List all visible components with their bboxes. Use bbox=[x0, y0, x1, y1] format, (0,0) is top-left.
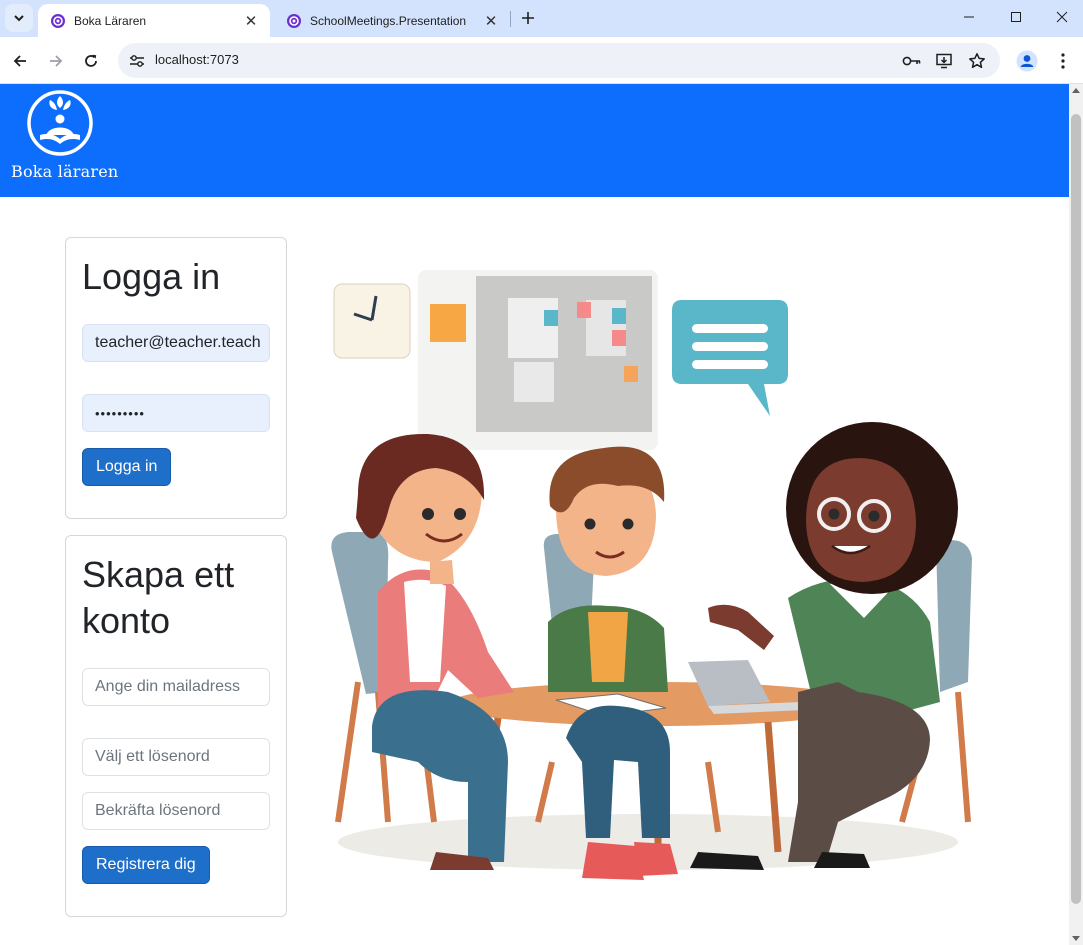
favicon-icon bbox=[51, 13, 65, 28]
bookmark-button[interactable] bbox=[965, 49, 989, 73]
profile-button[interactable] bbox=[1013, 47, 1041, 75]
reload-button[interactable] bbox=[76, 46, 106, 76]
brand-name: Boka läraren bbox=[11, 162, 119, 181]
close-window-button[interactable] bbox=[1039, 0, 1083, 34]
tab-search-button[interactable] bbox=[5, 4, 33, 32]
forward-button[interactable] bbox=[41, 46, 71, 76]
back-button[interactable] bbox=[5, 46, 35, 76]
minimize-icon bbox=[964, 16, 974, 18]
key-icon bbox=[902, 56, 921, 66]
install-app-button[interactable] bbox=[933, 49, 957, 73]
parent-teacher-meeting-illustration bbox=[331, 270, 972, 880]
url-text: localhost:7073 bbox=[155, 52, 239, 67]
tab-schoolmeetings[interactable]: SchoolMeetings.Presentation ✕ bbox=[274, 4, 510, 37]
new-tab-button[interactable] bbox=[516, 6, 540, 30]
browser-menu-button[interactable] bbox=[1052, 47, 1074, 75]
address-bar[interactable]: localhost:7073 bbox=[118, 43, 1000, 78]
chevron-down-icon bbox=[14, 15, 24, 22]
arrow-right-icon bbox=[50, 55, 63, 67]
password-manager-button[interactable] bbox=[900, 49, 924, 73]
page-scrollbar[interactable] bbox=[1069, 84, 1083, 945]
scroll-up-icon[interactable] bbox=[1072, 88, 1080, 93]
browser-toolbar: localhost:7073 bbox=[0, 37, 1083, 84]
tab-title: Boka Läraren bbox=[74, 13, 147, 28]
login-email-input[interactable]: teacher@teacher.teach bbox=[82, 324, 270, 362]
arrow-left-icon bbox=[13, 55, 26, 67]
login-title: Logga in bbox=[82, 256, 221, 297]
register-email-input[interactable]: Ange din mailadress bbox=[82, 668, 270, 706]
star-icon bbox=[969, 53, 985, 69]
register-button[interactable]: Registrera dig bbox=[82, 846, 210, 884]
page-viewport: Boka läraren Logga in teacher@teacher.te… bbox=[0, 84, 1069, 945]
login-button[interactable]: Logga in bbox=[82, 448, 172, 486]
register-title: Skapa ett konto bbox=[82, 554, 235, 641]
tab-separator bbox=[510, 11, 511, 27]
site-info-button[interactable] bbox=[124, 48, 150, 74]
scroll-down-icon[interactable] bbox=[1072, 936, 1080, 941]
register-password-input[interactable]: Välj ett lösenord bbox=[82, 738, 270, 776]
teacher-logo-icon[interactable] bbox=[26, 89, 94, 157]
tune-icon bbox=[130, 55, 144, 67]
browser-tab-strip: Boka Läraren ✕ SchoolMeetings.Presentati… bbox=[0, 0, 1083, 37]
maximize-icon bbox=[1011, 12, 1021, 22]
maximize-button[interactable] bbox=[993, 0, 1039, 34]
close-tab-icon[interactable]: ✕ bbox=[242, 12, 260, 30]
kebab-icon bbox=[1061, 53, 1065, 69]
reload-icon bbox=[85, 54, 97, 67]
tab-title: SchoolMeetings.Presentation bbox=[310, 13, 467, 28]
register-card: Skapa ett konto Ange din mailadress Välj… bbox=[65, 535, 287, 917]
close-icon bbox=[1056, 11, 1068, 23]
minimize-button[interactable] bbox=[946, 0, 992, 34]
plus-icon bbox=[522, 12, 534, 24]
tab-boka-lararen[interactable]: Boka Läraren ✕ bbox=[38, 4, 270, 37]
scrollbar-thumb[interactable] bbox=[1071, 114, 1081, 904]
favicon-icon bbox=[287, 13, 301, 28]
register-confirm-password-input[interactable]: Bekräfta lösenord bbox=[82, 792, 270, 830]
login-password-input[interactable]: ••••••••• bbox=[82, 394, 270, 432]
install-app-icon bbox=[936, 53, 952, 69]
person-icon bbox=[1016, 50, 1038, 72]
close-tab-icon[interactable]: ✕ bbox=[482, 12, 500, 30]
login-card: Logga in teacher@teacher.teach •••••••••… bbox=[65, 237, 287, 519]
site-header: Boka läraren bbox=[0, 84, 1069, 197]
